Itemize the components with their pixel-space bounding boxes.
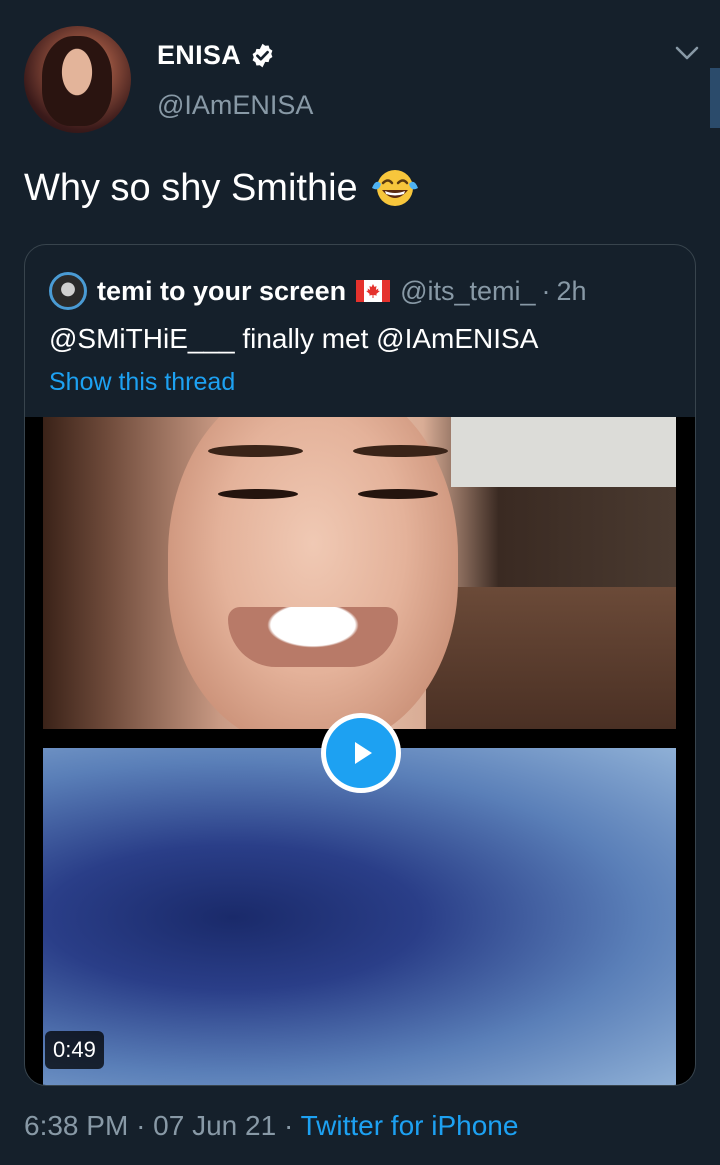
- author-display-name[interactable]: ENISA: [157, 40, 276, 71]
- play-button[interactable]: [321, 713, 401, 793]
- quoted-author-handle[interactable]: @its_temi_: [400, 276, 535, 307]
- quoted-tweet[interactable]: temi to your screen @its_temi_ · 2h @SMi…: [24, 244, 696, 1086]
- show-thread-link[interactable]: Show this thread: [49, 368, 235, 397]
- thumbnail-brow: [353, 445, 448, 457]
- thumbnail-eye: [218, 489, 298, 499]
- video-duration-badge: 0:49: [45, 1031, 104, 1069]
- quoted-avatar[interactable]: [49, 272, 87, 310]
- quoted-tweet-text: @SMiTHiE___ finally met @IAmENISA: [49, 323, 539, 354]
- video-thumbnail-top: [43, 417, 676, 729]
- quoted-tweet-header: temi to your screen @its_temi_ · 2h: [49, 272, 587, 310]
- thumbnail-eye: [358, 489, 438, 499]
- verified-badge-icon: [252, 43, 273, 68]
- quoted-author-name[interactable]: temi to your screen: [97, 276, 346, 307]
- canada-flag-icon: [356, 280, 391, 302]
- tweet-footer: 6:38 PM · 07 Jun 21 · Twitter for iPhone: [24, 1110, 518, 1142]
- tweet-text: Why so shy Smithie: [24, 166, 420, 210]
- thumbnail-brow: [208, 445, 303, 457]
- footer-separator: ·: [136, 1110, 146, 1141]
- avatar-photo: [42, 36, 112, 126]
- background-couch: [426, 587, 676, 729]
- author-name-text: ENISA: [157, 40, 242, 70]
- play-icon-circle: [326, 718, 396, 788]
- tweet-date[interactable]: 07 Jun 21: [153, 1110, 276, 1141]
- thumbnail-smile: [228, 607, 398, 667]
- footer-separator: ·: [283, 1110, 294, 1141]
- tweet-text-content: Why so shy Smithie: [24, 166, 358, 209]
- video-player[interactable]: 0:49: [25, 417, 695, 1085]
- meta-separator: ·: [541, 275, 551, 306]
- quoted-time-ago: 2h: [556, 275, 587, 306]
- play-icon: [355, 742, 372, 764]
- scrollbar[interactable]: [710, 68, 720, 128]
- avatar[interactable]: [24, 26, 131, 133]
- author-handle[interactable]: @IAmENISA: [157, 90, 313, 121]
- chevron-down-icon[interactable]: [672, 42, 702, 64]
- face-with-tears-of-joy-icon: [371, 170, 418, 206]
- video-thumbnail-bottom: [43, 748, 676, 1085]
- tweet-source-link[interactable]: Twitter for iPhone: [301, 1110, 519, 1141]
- tweet-time[interactable]: 6:38 PM: [24, 1110, 128, 1141]
- background-wall: [451, 417, 676, 487]
- thumbnail-face: [168, 417, 458, 729]
- tweet-header: ENISA @IAmENISA: [24, 26, 704, 136]
